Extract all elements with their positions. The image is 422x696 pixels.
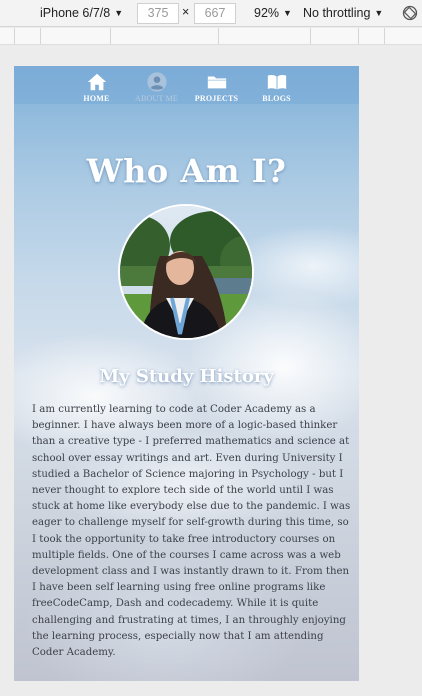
caret-down-icon: ▼ <box>374 8 384 18</box>
media-query-ruler <box>0 28 422 45</box>
width-input[interactable]: 375 <box>137 3 179 24</box>
throttle-select[interactable]: No throttling ▼ <box>303 6 383 20</box>
zoom-select[interactable]: 92% ▼ <box>254 6 292 20</box>
profile-photo <box>118 204 254 340</box>
zoom-label: 92% <box>254 6 280 20</box>
nav-home-label: HOME <box>83 94 110 103</box>
nav-blogs[interactable]: BLOGS <box>247 66 307 104</box>
device-toolbar: iPhone 6/7/8 ▼ 375 × 667 92% ▼ No throttli… <box>0 0 422 27</box>
device-select[interactable]: iPhone 6/7/8 ▼ <box>40 6 123 20</box>
times-separator: × <box>182 5 190 19</box>
nav-home[interactable]: HOME <box>67 66 127 104</box>
device-label: iPhone 6/7/8 <box>40 6 111 20</box>
book-icon <box>267 74 286 90</box>
home-icon <box>87 73 106 91</box>
rotate-icon[interactable] <box>402 5 418 21</box>
height-input[interactable]: 667 <box>194 3 236 24</box>
study-history-text: I am currently learning to code at Coder… <box>32 404 351 659</box>
top-nav: HOME ABOUT ME PROJECTS BLOGS <box>14 66 359 104</box>
user-icon <box>146 72 167 92</box>
caret-down-icon: ▼ <box>283 8 292 18</box>
nav-about-label: ABOUT ME <box>134 94 178 103</box>
nav-about[interactable]: ABOUT ME <box>127 66 187 104</box>
nav-projects-label: PROJECTS <box>194 94 239 103</box>
device-viewport: HOME ABOUT ME PROJECTS BLOGS Who Am I? M… <box>14 66 359 681</box>
nav-blogs-label: BLOGS <box>262 94 291 103</box>
page-title: Who Am I? <box>86 152 287 190</box>
throttle-label: No throttling <box>303 6 371 20</box>
nav-projects[interactable]: PROJECTS <box>187 66 247 104</box>
caret-down-icon: ▼ <box>114 8 124 18</box>
section-title: My Study History <box>99 366 274 387</box>
folder-icon <box>207 76 226 89</box>
